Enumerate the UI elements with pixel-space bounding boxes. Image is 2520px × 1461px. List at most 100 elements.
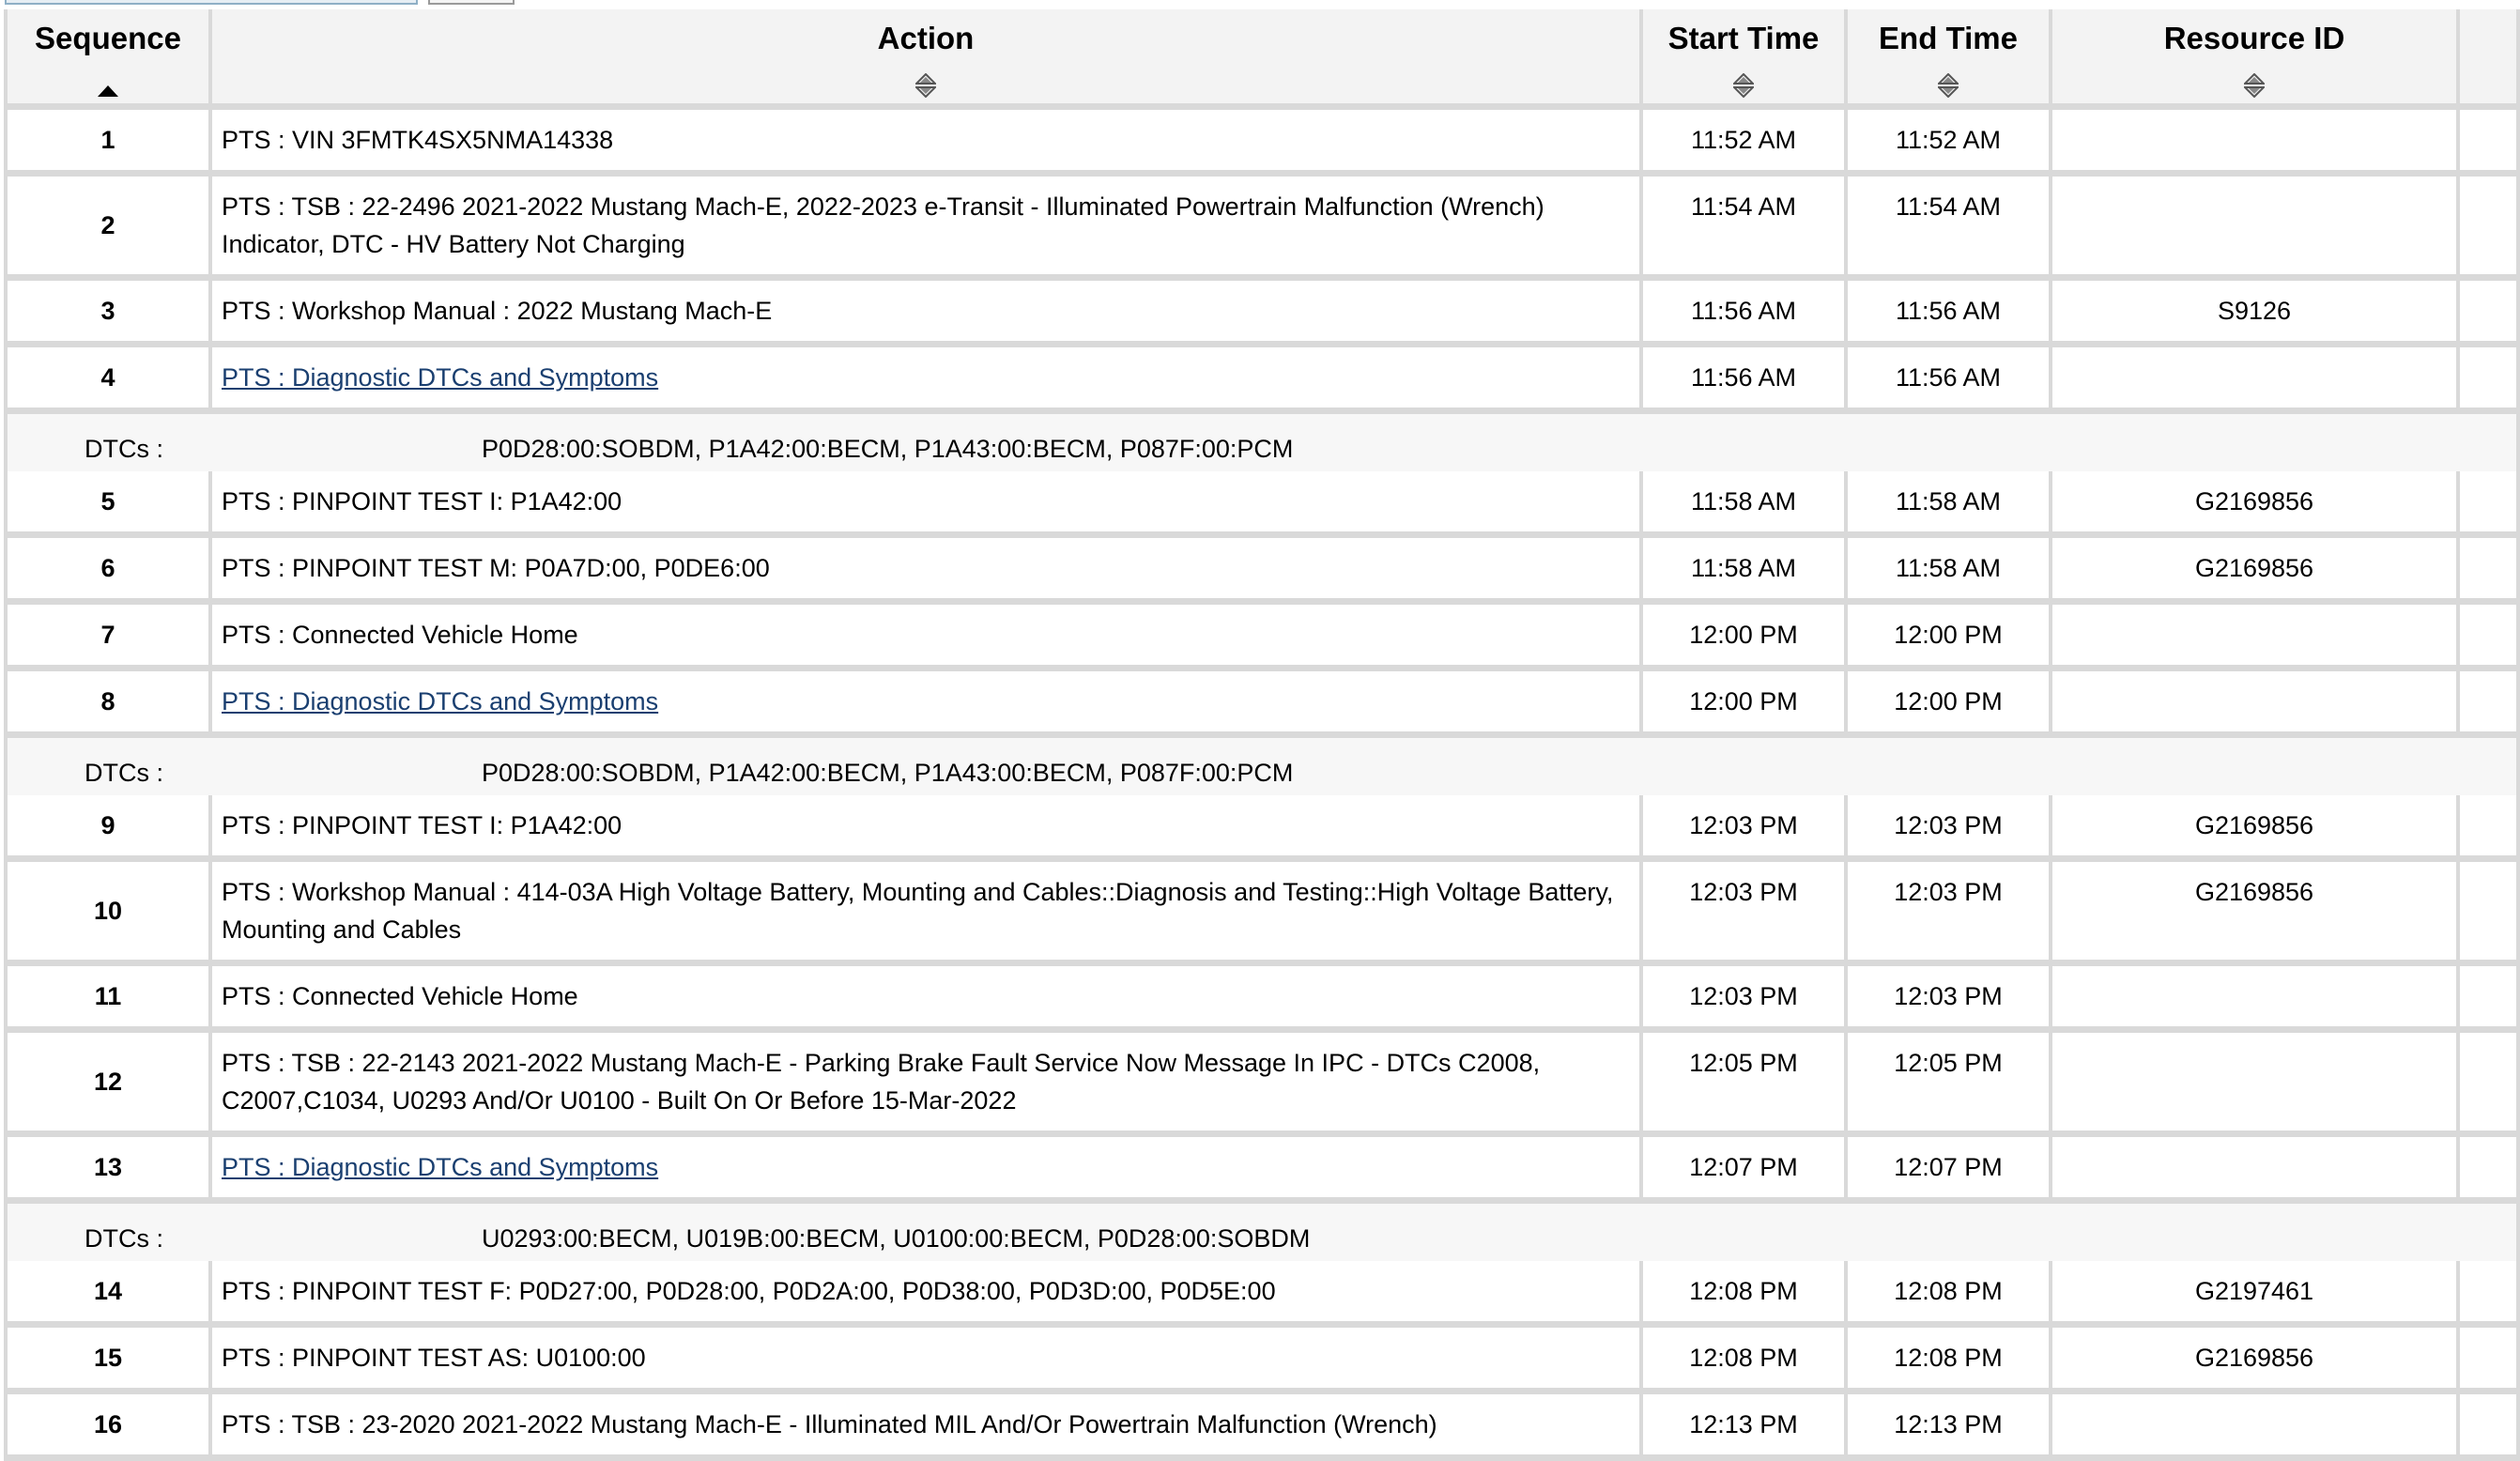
cell-extra	[2460, 1137, 2516, 1204]
dtc-codes: P0D28:00:SOBDM, P1A42:00:BECM, P1A43:00:…	[482, 435, 1294, 463]
cell-resource-id: G2169856	[2052, 1328, 2456, 1394]
col-header-start-time[interactable]: Start Time	[1643, 9, 1844, 110]
cell-end-time: 12:03 PM	[1848, 966, 2049, 1033]
cell-sequence: 16	[8, 1394, 208, 1461]
cell-sequence: 3	[8, 281, 208, 347]
cell-action: PTS : Diagnostic DTCs and Symptoms	[212, 671, 1639, 738]
cell-start-time: 12:00 PM	[1643, 605, 1844, 671]
table-row: 13 PTS : Diagnostic DTCs and Symptoms 12…	[8, 1137, 2516, 1204]
cell-end-time: 12:13 PM	[1848, 1394, 2049, 1461]
table-row: 14 PTS : PINPOINT TEST F: P0D27:00, P0D2…	[8, 1261, 2516, 1328]
diagnostic-dtcs-link[interactable]: PTS : Diagnostic DTCs and Symptoms	[222, 363, 658, 392]
cell-action: PTS : PINPOINT TEST F: P0D27:00, P0D28:0…	[212, 1261, 1639, 1328]
cell-action: PTS : Diagnostic DTCs and Symptoms	[212, 1137, 1639, 1204]
cell-resource-id: G2169856	[2052, 862, 2456, 966]
cell-resource-id: G2197461	[2052, 1261, 2456, 1328]
table-row: 2 PTS : TSB : 22-2496 2021-2022 Mustang …	[8, 177, 2516, 281]
cell-action: PTS : VIN 3FMTK4SX5NMA14338	[212, 110, 1639, 177]
cell-resource-id	[2052, 605, 2456, 671]
col-header-end-time-label: End Time	[1879, 21, 2018, 55]
cell-sequence: 4	[8, 347, 208, 414]
cell-start-time: 11:54 AM	[1643, 177, 1844, 281]
cell-extra	[2460, 795, 2516, 862]
cell-sequence: 7	[8, 605, 208, 671]
sort-both-icon[interactable]	[1848, 69, 2049, 98]
cell-action: PTS : Workshop Manual : 414-03A High Vol…	[212, 862, 1639, 966]
col-header-end-time[interactable]: End Time	[1848, 9, 2049, 110]
table-row: 6 PTS : PINPOINT TEST M: P0A7D:00, P0DE6…	[8, 538, 2516, 605]
col-header-resource-id[interactable]: Resource ID	[2052, 9, 2456, 110]
cell-resource-id: G2169856	[2052, 795, 2456, 862]
cell-resource-id	[2052, 110, 2456, 177]
cell-sequence: 13	[8, 1137, 208, 1204]
table-row: 9 PTS : PINPOINT TEST I: P1A42:00 12:03 …	[8, 795, 2516, 862]
dtc-codes: U0293:00:BECM, U019B:00:BECM, U0100:00:B…	[482, 1224, 1311, 1253]
cell-start-time: 12:00 PM	[1643, 671, 1844, 738]
cell-end-time: 12:05 PM	[1848, 1033, 2049, 1137]
cell-resource-id: G2169856	[2052, 538, 2456, 605]
cell-end-time: 12:00 PM	[1848, 605, 2049, 671]
filter-input[interactable]	[5, 0, 418, 5]
dtc-cell: DTCs : P0D28:00:SOBDM, P1A42:00:BECM, P1…	[8, 414, 2516, 471]
table-row: 1 PTS : VIN 3FMTK4SX5NMA14338 11:52 AM 1…	[8, 110, 2516, 177]
col-header-extra	[2460, 9, 2516, 110]
dtc-label: DTCs :	[85, 435, 163, 463]
col-header-sequence-label: Sequence	[35, 21, 181, 55]
table-row: 16 PTS : TSB : 23-2020 2021-2022 Mustang…	[8, 1394, 2516, 1461]
table-header-row: Sequence Action Start Time End Time Reso…	[8, 9, 2516, 110]
cell-extra	[2460, 862, 2516, 966]
sort-both-icon[interactable]	[2052, 69, 2456, 98]
session-history-table: Sequence Action Start Time End Time Reso…	[4, 9, 2520, 1461]
cell-sequence: 14	[8, 1261, 208, 1328]
table-row: 12 PTS : TSB : 22-2143 2021-2022 Mustang…	[8, 1033, 2516, 1137]
cell-end-time: 12:07 PM	[1848, 1137, 2049, 1204]
cell-resource-id	[2052, 1394, 2456, 1461]
sort-both-icon[interactable]	[212, 69, 1639, 98]
col-header-action[interactable]: Action	[212, 9, 1639, 110]
col-header-action-label: Action	[877, 21, 975, 55]
cell-start-time: 11:52 AM	[1643, 110, 1844, 177]
cell-action: PTS : PINPOINT TEST I: P1A42:00	[212, 471, 1639, 538]
cell-resource-id	[2052, 671, 2456, 738]
table-row: 3 PTS : Workshop Manual : 2022 Mustang M…	[8, 281, 2516, 347]
cell-extra	[2460, 1261, 2516, 1328]
diagnostic-dtcs-link[interactable]: PTS : Diagnostic DTCs and Symptoms	[222, 1153, 658, 1181]
dtc-row: DTCs : P0D28:00:SOBDM, P1A42:00:BECM, P1…	[8, 414, 2516, 471]
cell-end-time: 12:08 PM	[1848, 1328, 2049, 1394]
cell-start-time: 12:03 PM	[1643, 966, 1844, 1033]
cell-end-time: 11:52 AM	[1848, 110, 2049, 177]
cell-end-time: 12:00 PM	[1848, 671, 2049, 738]
filter-button[interactable]	[428, 0, 515, 5]
cell-end-time: 11:56 AM	[1848, 347, 2049, 414]
table-row: 15 PTS : PINPOINT TEST AS: U0100:00 12:0…	[8, 1328, 2516, 1394]
cell-end-time: 12:03 PM	[1848, 862, 2049, 966]
table-row: 8 PTS : Diagnostic DTCs and Symptoms 12:…	[8, 671, 2516, 738]
dtc-codes: P0D28:00:SOBDM, P1A42:00:BECM, P1A43:00:…	[482, 759, 1294, 787]
cell-sequence: 2	[8, 177, 208, 281]
dtc-row: DTCs : U0293:00:BECM, U019B:00:BECM, U01…	[8, 1204, 2516, 1261]
sort-both-icon[interactable]	[1643, 69, 1844, 98]
table-row: 7 PTS : Connected Vehicle Home 12:00 PM …	[8, 605, 2516, 671]
cell-end-time: 11:56 AM	[1848, 281, 2049, 347]
dtc-row: DTCs : P0D28:00:SOBDM, P1A42:00:BECM, P1…	[8, 738, 2516, 795]
col-header-start-time-label: Start Time	[1667, 21, 1820, 55]
table-row: 4 PTS : Diagnostic DTCs and Symptoms 11:…	[8, 347, 2516, 414]
dtc-cell: DTCs : P0D28:00:SOBDM, P1A42:00:BECM, P1…	[8, 738, 2516, 795]
cell-sequence: 10	[8, 862, 208, 966]
cell-action: PTS : PINPOINT TEST AS: U0100:00	[212, 1328, 1639, 1394]
cell-start-time: 12:03 PM	[1643, 862, 1844, 966]
cell-extra	[2460, 538, 2516, 605]
cell-start-time: 12:08 PM	[1643, 1328, 1844, 1394]
dtc-label: DTCs :	[85, 759, 163, 787]
cell-action: PTS : PINPOINT TEST M: P0A7D:00, P0DE6:0…	[212, 538, 1639, 605]
sort-ascending-icon[interactable]	[8, 69, 208, 98]
cell-sequence: 11	[8, 966, 208, 1033]
diagnostic-dtcs-link[interactable]: PTS : Diagnostic DTCs and Symptoms	[222, 687, 658, 715]
cell-extra	[2460, 1394, 2516, 1461]
cell-resource-id	[2052, 966, 2456, 1033]
cell-sequence: 15	[8, 1328, 208, 1394]
table-row: 10 PTS : Workshop Manual : 414-03A High …	[8, 862, 2516, 966]
col-header-sequence[interactable]: Sequence	[8, 9, 208, 110]
cell-resource-id	[2052, 347, 2456, 414]
cell-extra	[2460, 966, 2516, 1033]
